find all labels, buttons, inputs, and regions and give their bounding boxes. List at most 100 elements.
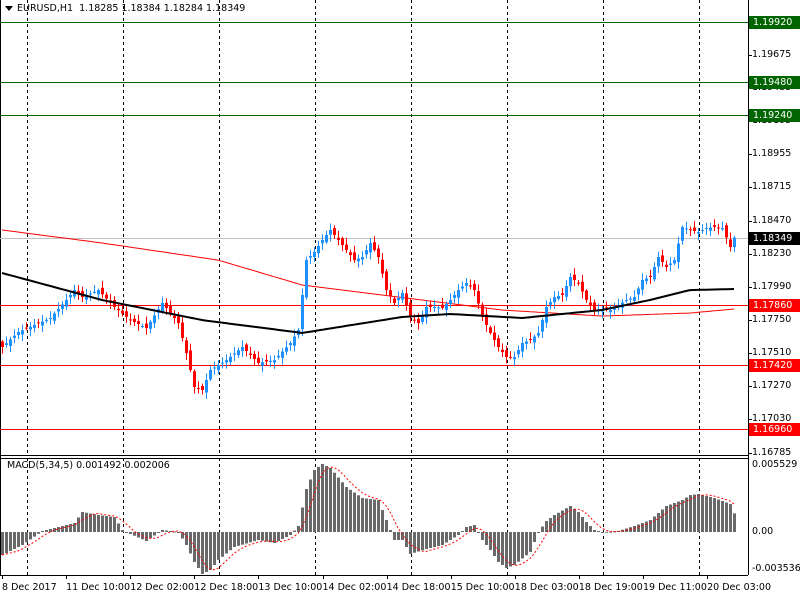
candle-bull [437,307,440,309]
candle-bull [629,298,632,300]
candle-bear [589,302,592,305]
time-tick-label: 20 Dec 03:00 [707,582,771,593]
candle-bear [185,340,188,354]
macd-histogram-bar [597,531,600,533]
candle-bear [497,338,500,347]
macd-histogram-bar [357,495,360,532]
candle-bull [45,319,48,322]
candle-bull [41,321,44,326]
candle-bear [729,239,732,247]
candle-bull [641,280,644,290]
macd-histogram-bar [541,526,544,532]
candle-bull [313,251,316,257]
candle-bull [269,360,272,362]
candle-bear [349,252,352,256]
macd-histogram-bar [385,520,388,532]
macd-histogram-bar [509,532,512,567]
candle-bull [213,367,216,369]
candle-bear [493,332,496,340]
level-price-label: 1.16960 [749,422,800,436]
candle-bear [137,321,140,325]
macd-histogram-bar [49,529,52,532]
candle-bull [153,315,156,324]
candle-bear [505,350,508,358]
macd-histogram-bar [381,510,384,532]
macd-histogram-bar [333,472,336,532]
candle-bull [517,350,520,355]
macd-histogram-bar [453,532,456,538]
candle-bear [473,283,476,291]
candle-bear [593,302,596,310]
macd-histogram-bar [277,532,280,541]
macd-histogram-bar [397,532,400,540]
macd-histogram-bar [389,530,392,532]
candle-bear [585,290,588,300]
macd-histogram-bar [429,532,432,548]
candle-bull [209,369,212,380]
macd-histogram-bar [481,532,484,540]
candle-bull [685,228,688,230]
price-tick-label: 1.18955 [752,148,792,160]
macd-histogram-bar [197,532,200,568]
candle-bull [225,360,228,363]
candle-bull [533,336,536,343]
macd-histogram-bar [441,532,444,545]
candle-bear [649,275,652,277]
macd-histogram-bar [589,526,592,532]
candle-bull [33,324,36,328]
candle-bull [321,239,324,244]
macd-histogram-bar [729,504,732,532]
candle-bull [301,295,304,330]
level-price-label: 1.17420 [749,359,800,373]
candle-bull [453,295,456,298]
candle-bull [397,297,400,301]
candle-bear [345,244,348,251]
candle-bull [609,309,612,313]
candle-bull [97,290,100,295]
candle-bull [433,306,436,308]
candle-bull [325,234,328,243]
macd-histogram-bar [713,498,716,532]
macd-histogram-bar [689,495,692,532]
candle-bear [381,259,384,274]
chart-canvas [0,0,752,579]
candle-bull [281,351,284,358]
candle-bull [461,286,464,289]
macd-histogram-bar [201,532,204,574]
macd-histogram-bar [685,497,688,532]
candle-bull [217,365,220,371]
time-tick-label: 14 Dec 02:00 [322,582,387,593]
candle-bear [145,323,148,329]
macd-histogram-bar [81,512,84,532]
macd-histogram-bar [529,532,532,552]
macd-histogram-bar [605,531,608,533]
candle-bull [141,326,144,328]
candle-bear [665,264,668,267]
macd-histogram-bar [209,532,212,570]
macd-histogram-bar [117,523,120,532]
candle-bear [353,252,356,261]
candle-bull [205,380,208,393]
candle-bear [417,318,420,324]
candle-bull [565,285,568,297]
candle-bull [21,330,24,335]
dropdown-triangle-icon[interactable] [5,6,13,11]
candle-bull [305,260,308,298]
macd-histogram-bar [353,492,356,532]
ma-red-line [1,229,735,317]
price-tick-label: 1.17270 [752,380,792,392]
candle-bull [5,343,8,345]
macd-histogram-bar [457,532,460,535]
symbol-label: EURUSD,H1 [17,3,74,14]
candle-bull [457,290,460,298]
macd-histogram-bar [637,524,640,532]
candle-bull [233,353,236,355]
macd-histogram-bar [593,530,596,532]
macd-histogram-bar [17,532,20,547]
candle-bull [633,297,636,301]
level-price-label: 1.19920 [749,15,800,29]
candle-bear [117,308,120,311]
macd-histogram-bar [669,504,672,532]
candle-bull [369,243,372,253]
macd-histogram-bar [237,532,240,546]
